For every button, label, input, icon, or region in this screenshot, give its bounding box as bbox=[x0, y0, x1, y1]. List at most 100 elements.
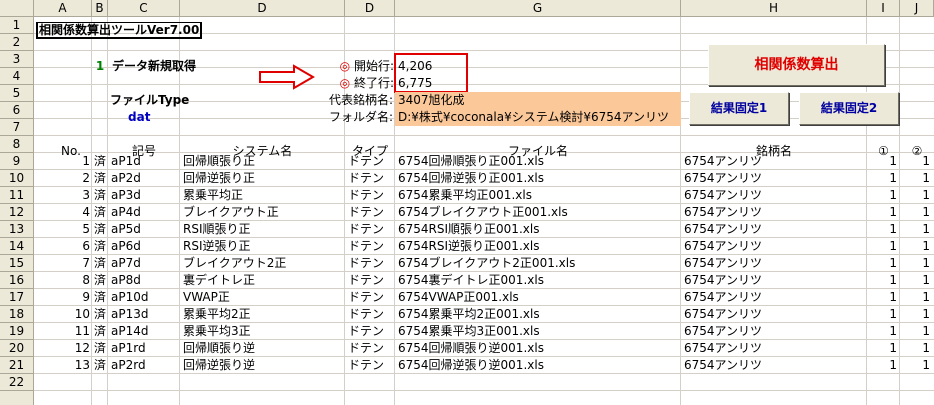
cell-c2[interactable]: 1 bbox=[900, 238, 930, 255]
cell-system[interactable]: VWAP正 bbox=[183, 289, 343, 306]
cell-stock[interactable]: 6754アンリツ bbox=[684, 170, 866, 187]
cell-system[interactable]: 回帰逆張り逆 bbox=[183, 357, 343, 374]
cell-done[interactable]: 済 bbox=[92, 272, 108, 289]
select-all-corner[interactable] bbox=[0, 0, 34, 17]
folder-value[interactable]: D:¥株式¥coconala¥システム検討¥6754アンリツ bbox=[398, 109, 678, 126]
cell-c1[interactable]: 1 bbox=[867, 272, 897, 289]
cell-type[interactable]: ドテン bbox=[348, 357, 394, 374]
cell-c2[interactable]: 1 bbox=[900, 221, 930, 238]
cell-done[interactable]: 済 bbox=[92, 153, 108, 170]
cell-done[interactable]: 済 bbox=[92, 187, 108, 204]
cell-type[interactable]: ドテン bbox=[348, 238, 394, 255]
cell-no[interactable]: 1 bbox=[34, 153, 90, 170]
cell-system[interactable]: ブレイクアウト正 bbox=[183, 204, 343, 221]
cell-system[interactable]: 回帰逆張り正 bbox=[183, 170, 343, 187]
cell-type[interactable]: ドテン bbox=[348, 272, 394, 289]
col-header-d[interactable]: D bbox=[180, 0, 345, 17]
cell-stock[interactable]: 6754アンリツ bbox=[684, 306, 866, 323]
row-header[interactable]: 22 bbox=[0, 374, 34, 391]
cell-system[interactable]: 累乗平均正 bbox=[183, 187, 343, 204]
cell-type[interactable]: ドテン bbox=[348, 289, 394, 306]
cell-no[interactable]: 11 bbox=[34, 323, 90, 340]
cell-stock[interactable]: 6754アンリツ bbox=[684, 323, 866, 340]
row-header[interactable]: 13 bbox=[0, 221, 34, 238]
cell-code[interactable]: aP4d bbox=[111, 204, 179, 221]
fix-result-1-button[interactable]: 結果固定1 bbox=[689, 92, 789, 125]
cell-c2[interactable]: 1 bbox=[900, 153, 930, 170]
cell-stock[interactable]: 6754アンリツ bbox=[684, 187, 866, 204]
cell-type[interactable]: ドテン bbox=[348, 221, 394, 238]
cell-stock[interactable]: 6754アンリツ bbox=[684, 272, 866, 289]
col-header-h[interactable]: H bbox=[681, 0, 867, 17]
cell-no[interactable]: 4 bbox=[34, 204, 90, 221]
cell-done[interactable]: 済 bbox=[92, 323, 108, 340]
col-header-c[interactable]: C bbox=[108, 0, 180, 17]
row-header[interactable]: 5 bbox=[0, 85, 34, 102]
cell-done[interactable]: 済 bbox=[92, 170, 108, 187]
row-header[interactable]: 4 bbox=[0, 68, 34, 85]
cell-stock[interactable]: 6754アンリツ bbox=[684, 238, 866, 255]
row-header[interactable]: 7 bbox=[0, 119, 34, 136]
cell-type[interactable]: ドテン bbox=[348, 204, 394, 221]
cell-file[interactable]: 6754回帰順張り正001.xls bbox=[398, 153, 680, 170]
file-type-value[interactable]: dat bbox=[128, 109, 188, 126]
cell-type[interactable]: ドテン bbox=[348, 170, 394, 187]
cell-c1[interactable]: 1 bbox=[867, 357, 897, 374]
cell-system[interactable]: ブレイクアウト2正 bbox=[183, 255, 343, 272]
cell-no[interactable]: 12 bbox=[34, 340, 90, 357]
cell-code[interactable]: aP3d bbox=[111, 187, 179, 204]
cell-no[interactable]: 9 bbox=[34, 289, 90, 306]
cell-code[interactable]: aP2d bbox=[111, 170, 179, 187]
cell-c2[interactable]: 1 bbox=[900, 255, 930, 272]
cell-code[interactable]: aP2rd bbox=[111, 357, 179, 374]
cell-code[interactable]: aP13d bbox=[111, 306, 179, 323]
cell-system[interactable]: 累乗平均2正 bbox=[183, 306, 343, 323]
cell-c2[interactable]: 1 bbox=[900, 170, 930, 187]
cell-code[interactable]: aP6d bbox=[111, 238, 179, 255]
row-header[interactable]: 3 bbox=[0, 51, 34, 68]
cell-stock[interactable]: 6754アンリツ bbox=[684, 153, 866, 170]
cell-done[interactable]: 済 bbox=[92, 340, 108, 357]
cell-c1[interactable]: 1 bbox=[867, 340, 897, 357]
row-header[interactable]: 11 bbox=[0, 187, 34, 204]
row-header[interactable]: 20 bbox=[0, 340, 34, 357]
cell-no[interactable]: 3 bbox=[34, 187, 90, 204]
row-header[interactable] bbox=[0, 391, 34, 405]
cell-file[interactable]: 6754RSI逆張り正001.xls bbox=[398, 238, 680, 255]
calc-correlation-button[interactable]: 相関係数算出 bbox=[708, 44, 885, 86]
row-header[interactable]: 10 bbox=[0, 170, 34, 187]
row-header[interactable]: 21 bbox=[0, 357, 34, 374]
row-header[interactable]: 19 bbox=[0, 323, 34, 340]
cell-no[interactable]: 13 bbox=[34, 357, 90, 374]
cell-code[interactable]: aP1d bbox=[111, 153, 179, 170]
cell-file[interactable]: 6754累乗平均2正001.xls bbox=[398, 306, 680, 323]
cell-no[interactable]: 8 bbox=[34, 272, 90, 289]
cell-c1[interactable]: 1 bbox=[867, 204, 897, 221]
cell-system[interactable]: 裏デイトレ正 bbox=[183, 272, 343, 289]
cell-c1[interactable]: 1 bbox=[867, 238, 897, 255]
col-header-g[interactable]: G bbox=[395, 0, 681, 17]
cell-system[interactable]: 回帰順張り正 bbox=[183, 153, 343, 170]
cell-type[interactable]: ドテン bbox=[348, 340, 394, 357]
cell-stock[interactable]: 6754アンリツ bbox=[684, 289, 866, 306]
cell-type[interactable]: ドテン bbox=[348, 187, 394, 204]
cell-c2[interactable]: 1 bbox=[900, 340, 930, 357]
col-header-b[interactable]: B bbox=[92, 0, 108, 17]
cell-c1[interactable]: 1 bbox=[867, 323, 897, 340]
cell-c2[interactable]: 1 bbox=[900, 272, 930, 289]
row-header[interactable]: 15 bbox=[0, 255, 34, 272]
cell-stock[interactable]: 6754アンリツ bbox=[684, 255, 866, 272]
cell-file[interactable]: 6754累乗平均正001.xls bbox=[398, 187, 680, 204]
cell-c2[interactable]: 1 bbox=[900, 323, 930, 340]
row-header[interactable]: 17 bbox=[0, 289, 34, 306]
col-header-j[interactable]: J bbox=[900, 0, 934, 17]
cell-no[interactable]: 6 bbox=[34, 238, 90, 255]
row-header[interactable]: 1 bbox=[0, 17, 34, 34]
cell-type[interactable]: ドテン bbox=[348, 323, 394, 340]
col-header-e[interactable]: D bbox=[345, 0, 395, 17]
cell-no[interactable]: 5 bbox=[34, 221, 90, 238]
cell-code[interactable]: aP8d bbox=[111, 272, 179, 289]
row-header[interactable]: 12 bbox=[0, 204, 34, 221]
cell-system[interactable]: RSI逆張り正 bbox=[183, 238, 343, 255]
row-header[interactable]: 14 bbox=[0, 238, 34, 255]
